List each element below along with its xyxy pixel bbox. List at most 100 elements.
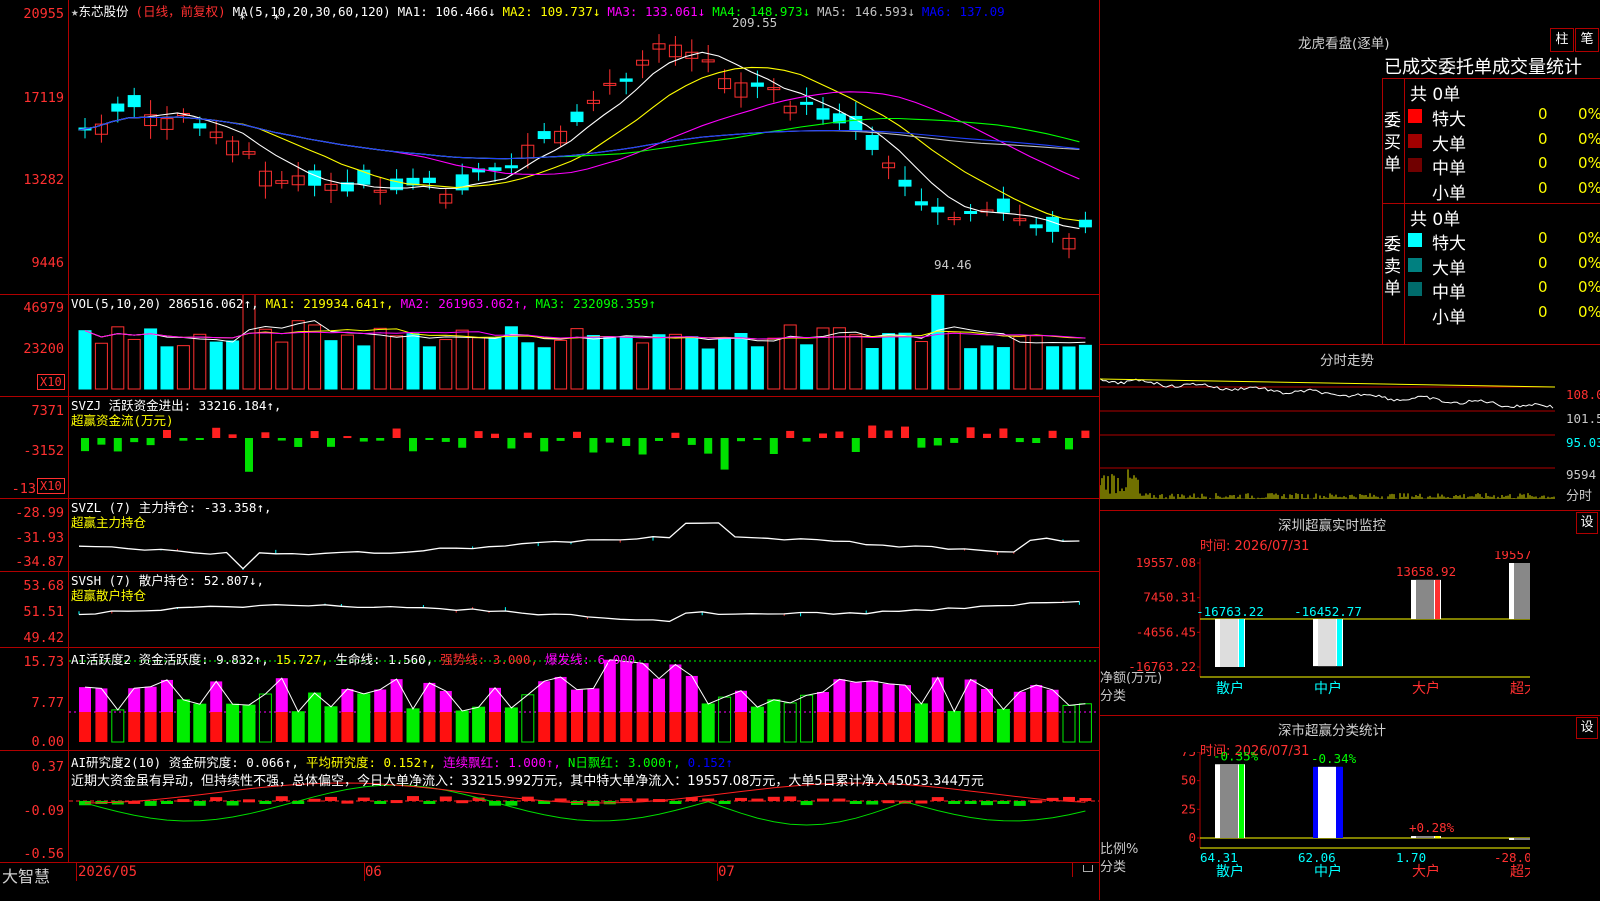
- buy-row: 特大 0 0%: [1408, 105, 1600, 130]
- activity-bar-top: [554, 676, 567, 712]
- stock-name[interactable]: 东芯股份: [79, 4, 129, 19]
- tick-mode-button[interactable]: 笔: [1575, 28, 1599, 52]
- intraday-panel[interactable]: 分时走势 108.0 101.5 95.03 9594 分时: [1100, 344, 1600, 511]
- volume-panel[interactable]: 46979 23200 X10 VOL(5,10,20) 286516.062↑,…: [0, 295, 1099, 397]
- money-flow-bar: [589, 438, 598, 453]
- lock-icon[interactable]: [1083, 865, 1093, 872]
- activity-bar-top: [95, 688, 108, 712]
- activity-bar-base: [571, 712, 583, 742]
- kline-panel[interactable]: 20955 17119 13282 9446 ★东芯股份 (日线，前复权) MA(5…: [0, 0, 1099, 295]
- volume-bar: [226, 340, 240, 390]
- monitor-bar-chart[interactable]: 19557.087450.31-4656.45-16763.22-16763.2…: [1100, 551, 1530, 701]
- y-tick-label: 75: [1181, 752, 1196, 759]
- research-bar: [1030, 800, 1043, 804]
- bar-value-label: 1.70: [1396, 850, 1426, 865]
- volume-bar: [144, 328, 158, 390]
- ai-activity-panel[interactable]: 15.73 7.77 0.00 AI活跃度2 资金活跃度: 9.832↑, 15.…: [0, 648, 1099, 751]
- svsh-panel[interactable]: 53.68 51.51 49.42 SVSH (7) 散户持仓: 52.807↓…: [0, 572, 1099, 648]
- money-flow-bar: [769, 438, 778, 454]
- activity-bar-top: [341, 689, 354, 712]
- activity-bar-base: [161, 712, 173, 742]
- research-bar: [275, 796, 288, 801]
- activity-bar-base: [538, 712, 551, 742]
- research-bar: [866, 801, 879, 805]
- svzl-y-axis: -28.99 -31.93 -34.87: [0, 499, 69, 571]
- buy-pct: 0%: [1578, 129, 1600, 148]
- candle-body: [488, 167, 502, 171]
- buy-name: 大单: [1432, 134, 1466, 155]
- money-flow-bar: [1065, 438, 1073, 450]
- activity-bar: [800, 694, 814, 743]
- money-flow-bar: [901, 426, 909, 438]
- volume-bar: [1013, 336, 1027, 390]
- research-bar: [1013, 801, 1026, 806]
- candlestick-chart[interactable]: [69, 0, 1099, 293]
- intraday-unit: 分时: [1566, 489, 1593, 504]
- activity-bar-base: [423, 712, 436, 742]
- money-flow-bar: [113, 438, 122, 452]
- bar-edge: [1337, 619, 1342, 667]
- money-flow-bar: [1081, 430, 1090, 438]
- activity-bar: [308, 692, 322, 743]
- classify-bar-chart[interactable]: 75 50 25 0 64.31 -0.35% 散户 62.06 -0.34% 中户 1.70 +0.…: [1100, 752, 1530, 897]
- candle-body: [849, 115, 863, 132]
- activity-value-item: 生命线: 1.560,: [335, 652, 434, 667]
- monitor-panel[interactable]: 深圳超赢实时监控 设 时间: 2026/07/31 19557.08 7450.3…: [1100, 510, 1600, 716]
- ai-research-panel[interactable]: 0.37 -0.09 -0.56 AI研究度2(10) 资金研究度: 0.066…: [0, 751, 1099, 863]
- research-bar: [325, 796, 337, 801]
- volume-bar: [439, 339, 453, 390]
- classify-panel[interactable]: 深市超赢分类统计 设 时间: 2026/07/31 755025064.31-0…: [1100, 715, 1600, 901]
- lhb-tab-strip[interactable]: 已成交委托单成交量统计: [1384, 53, 1582, 79]
- kline-plot[interactable]: [69, 0, 1099, 294]
- bar-value-label: 13658.92: [1396, 564, 1456, 579]
- money-flow-bar: [81, 438, 89, 452]
- activity-bar-base: [128, 712, 141, 742]
- money-flow-bar: [441, 438, 450, 442]
- monitor-settings-button[interactable]: 设: [1576, 512, 1598, 534]
- svzj-panel[interactable]: 7371 -3152 -13 X10 SVZJ 活跃资金进出: 33216.18…: [0, 397, 1099, 499]
- volume-bar: [685, 336, 699, 390]
- research-bar: [997, 801, 1010, 804]
- bar-mode-button[interactable]: 柱: [1550, 28, 1574, 52]
- svzl-y-label: -28.99: [15, 505, 64, 521]
- volume-bar: [586, 334, 600, 390]
- research-bar: [981, 801, 993, 806]
- money-flow-bar: [392, 428, 401, 438]
- volume-bar: [882, 333, 896, 390]
- intraday-chart[interactable]: [1100, 375, 1564, 505]
- volume-bar: [914, 341, 928, 390]
- date-axis-label: 06: [365, 864, 382, 880]
- activity-bar-base: [275, 712, 288, 742]
- volume-bar: [767, 337, 781, 390]
- candle-body: [865, 134, 879, 150]
- activity-bar-base: [554, 712, 567, 742]
- activity-bar-top: [653, 678, 665, 712]
- bar-value-label: 62.06: [1298, 850, 1336, 865]
- svzl-header: SVZL (7) 主力持仓: -33.358↑, 超赢主力持仓: [71, 500, 272, 530]
- y-tick-label: 19557.08: [1136, 555, 1196, 570]
- money-flow-bar: [327, 438, 335, 447]
- bar-value-label: 19557.08: [1494, 551, 1530, 562]
- candle-body: [1029, 224, 1043, 229]
- activity-bar-base: [931, 712, 944, 742]
- bar-value-label: -28.05: [1494, 850, 1530, 865]
- money-flow-bar: [605, 438, 614, 443]
- lhb-panel[interactable]: 龙虎看盘(逐单) 柱 笔 已成交委托单成交量统计 委买单 委卖单 共 0单 共 …: [1100, 0, 1600, 345]
- candle-body: [619, 78, 633, 82]
- svzj-subtitle: 超赢资金流(万元): [71, 413, 174, 428]
- ma-value-item: MA6: 137.09: [921, 4, 1005, 19]
- research-bar: [243, 799, 255, 803]
- svzl-panel[interactable]: -28.99 -31.93 -34.87 SVZL (7) 主力持仓: -33.…: [0, 499, 1099, 572]
- kline-y-label: 13282: [23, 172, 64, 188]
- sell-row: 小单 0 0%: [1408, 303, 1600, 328]
- period-label[interactable]: (日线，前复权): [136, 4, 226, 19]
- money-flow-bar: [376, 438, 385, 441]
- activity-bar: [1062, 704, 1076, 743]
- intraday-y-label: 95.03: [1566, 435, 1600, 450]
- activity-bar-base: [79, 712, 91, 742]
- money-flow-bar: [573, 431, 581, 438]
- activity-bar-top: [685, 675, 698, 712]
- research-bar: [210, 797, 223, 801]
- classify-settings-button[interactable]: 设: [1576, 717, 1598, 739]
- sell-count: 0: [1538, 253, 1548, 272]
